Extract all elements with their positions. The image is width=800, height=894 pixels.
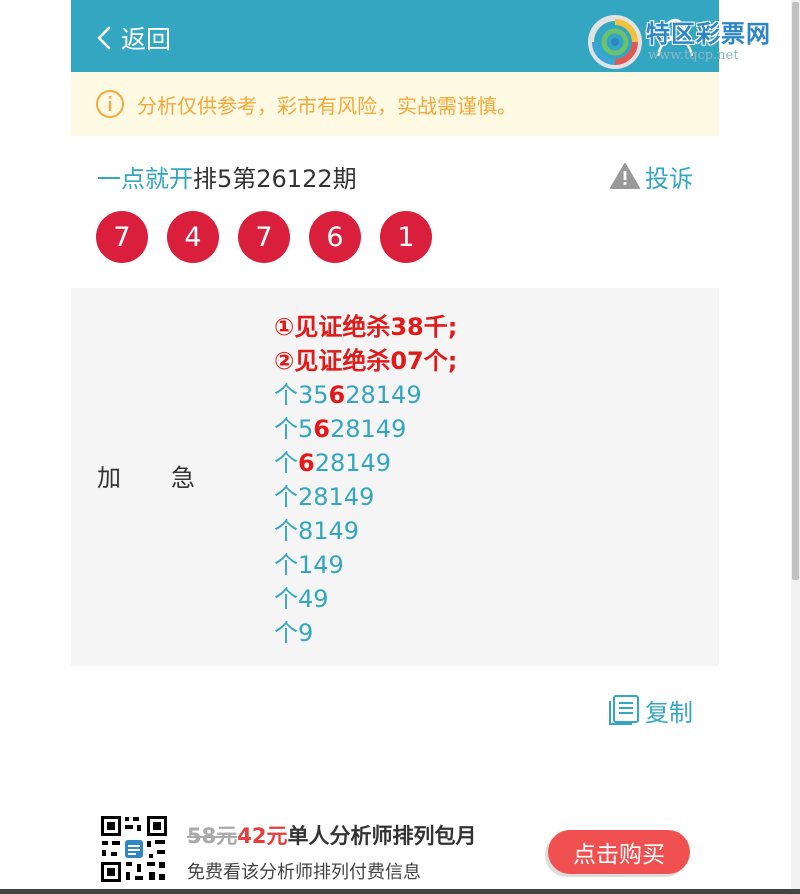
old-price: 58元 [187,824,238,848]
new-price: 42元 [237,824,288,848]
prediction-line: ②见证绝杀07个; [274,344,457,378]
promo-footer: 58元42元单人分析师排列包月 免费看该分析师排列付费信息 点击购买 [99,814,695,894]
prediction-line: 个5628149 [274,412,457,446]
risk-notice: 分析仅供参考，彩市有风险，实战需谨慎。 [71,72,719,136]
highlight-digit: 6 [298,449,315,477]
line-text: 个9 [274,619,314,647]
analysis-panel: 加急 ①见证绝杀38千; ②见证绝杀07个; 个35628149 个5628149 个6… [71,288,719,666]
prediction-lines: ①见证绝杀38千; ②见证绝杀07个; 个35628149 个5628149 个6281… [274,310,457,650]
result-ball: 1 [380,211,432,263]
line-text: 个149 [274,551,344,579]
line-text: 28149 [345,381,422,409]
watermark-title: 特区彩票网 [646,20,771,48]
promo-plan-name: 单人分析师排列包月 [287,824,477,848]
highlight-digit: 6 [313,415,330,443]
buy-button[interactable]: 点击购买 [548,830,690,874]
qr-code-icon [99,814,169,884]
chevron-left-icon [97,26,111,50]
back-label: 返回 [121,25,172,54]
prediction-line: 个28149 [274,480,457,514]
line-text: 个5 [274,415,314,443]
result-balls: 7 4 7 6 1 [96,211,451,263]
result-ball: 7 [238,211,290,263]
result-ball: 7 [96,211,148,263]
line-text: 个8149 [274,517,360,545]
result-ball: 4 [167,211,219,263]
author-link[interactable]: 一点就开 [97,159,193,194]
prediction-line: 个35628149 [274,378,457,412]
notice-text: 分析仅供参考，彩市有风险，实战需谨慎。 [137,93,517,118]
back-button[interactable]: 返回 [95,18,171,58]
prediction-line: 个8149 [274,514,457,548]
urgent-label: 加急 [97,464,245,492]
line-text: ①见证绝杀38千; [274,313,458,341]
post-title-row: 一点就开 排5第26122期 投诉 [97,156,693,196]
line-text: 个 [274,449,298,477]
promo-subtitle: 免费看该分析师排列付费信息 [187,862,421,883]
scrollbar-thumb[interactable] [792,2,799,580]
line-text: 个49 [274,585,329,613]
watermark: 特区彩票网 www.tqcp.net [588,12,771,72]
complain-label: 投诉 [645,164,693,193]
info-icon [96,90,124,118]
line-text: 28149 [329,415,407,443]
prediction-line: 个9 [274,616,457,650]
copy-button[interactable]: 复制 [607,692,693,728]
line-text: 28149 [314,449,392,477]
result-ball: 6 [309,211,361,263]
swirl-logo-icon [588,15,642,69]
watermark-url: www.tqcp.net [648,48,739,63]
prediction-line: 个628149 [274,446,457,480]
line-text: 个28149 [274,483,375,511]
document-icon [609,695,639,725]
line-text: ②见证绝杀07个; [274,347,458,375]
copy-label: 复制 [645,698,693,727]
prediction-line: 个149 [274,548,457,582]
page-container: 返回 分析仅供参考，彩市有风险，实战需谨慎。 一点就开 排5第26122期 投诉 … [71,0,719,894]
taskbar-strip [0,889,800,894]
prediction-line: ①见证绝杀38千; [274,310,457,344]
warning-icon [610,163,640,189]
promo-title: 58元42元单人分析师排列包月 [187,820,476,850]
highlight-digit: 6 [328,381,346,409]
line-text: 个35 [274,381,329,409]
issue-title: 排5第26122期 [193,164,357,193]
complain-button[interactable]: 投诉 [609,156,693,196]
prediction-line: 个49 [274,582,457,616]
